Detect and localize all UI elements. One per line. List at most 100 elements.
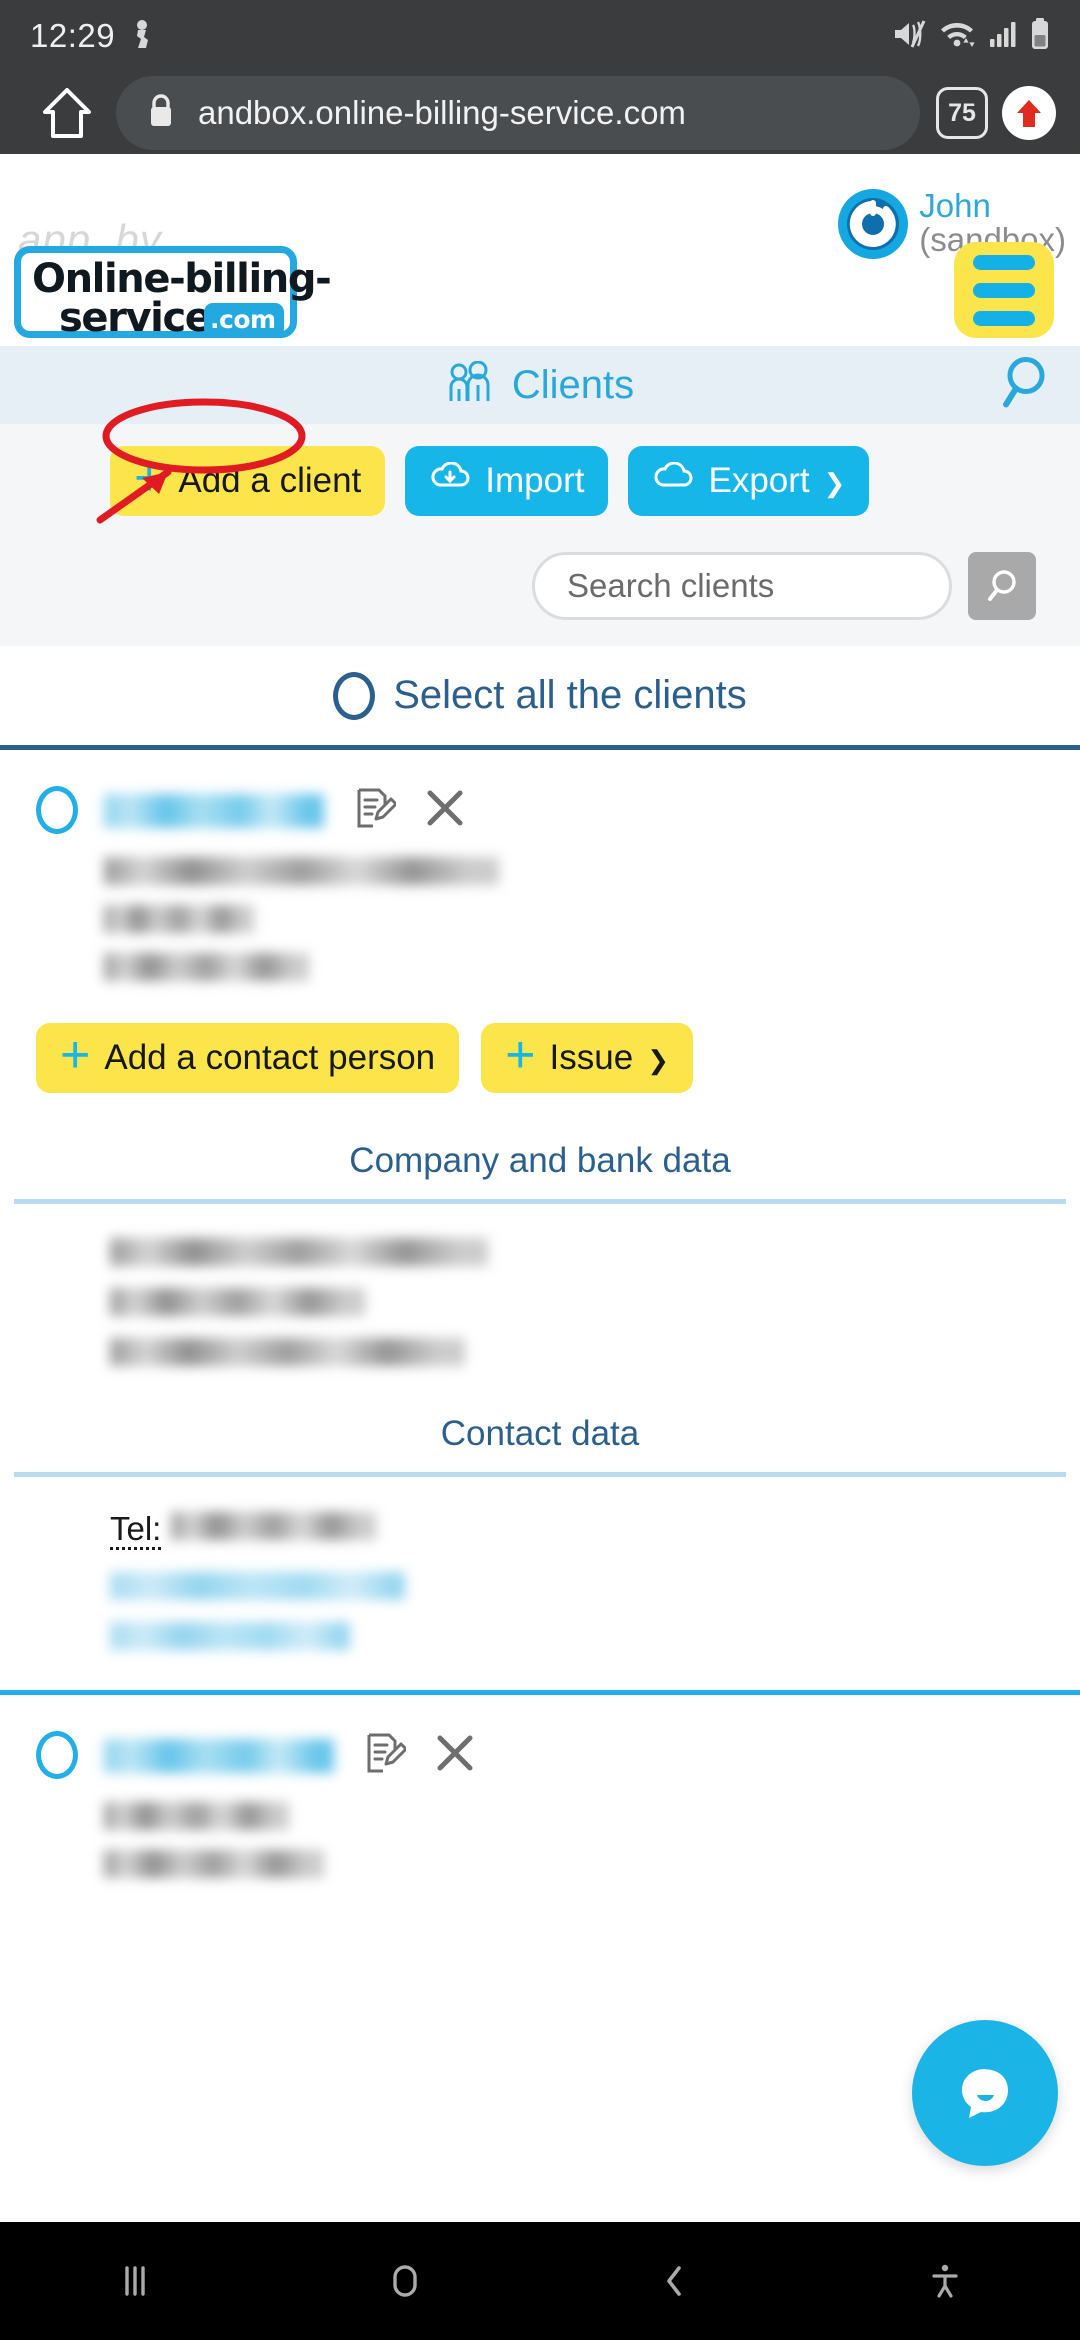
cloud-upload-icon (652, 461, 694, 501)
company-line-3-redacted (110, 1338, 465, 1366)
cloud-download-icon (429, 461, 471, 501)
home-icon[interactable] (24, 86, 110, 140)
lock-icon (146, 92, 176, 135)
plus-icon: + (60, 1026, 91, 1085)
clients-group-icon (446, 360, 498, 410)
select-all-clients-row[interactable]: Select all the clients (0, 646, 1080, 750)
contact-website-redacted[interactable] (110, 1622, 350, 1651)
close-x-icon[interactable] (424, 787, 466, 834)
add-client-button[interactable]: + Add a client (110, 446, 386, 516)
contact-data-title: Contact data (440, 1414, 640, 1453)
accessibility-icon[interactable] (875, 2257, 1015, 2305)
add-contact-person-button[interactable]: + Add a contact person (36, 1023, 460, 1093)
menu-bar-3 (973, 310, 1035, 326)
client-search-row (0, 516, 1080, 620)
company-line-1-redacted (110, 1238, 488, 1266)
client-line-2-redacted (104, 905, 254, 933)
client-name-redacted (104, 1738, 334, 1773)
recents-icon[interactable] (65, 2257, 205, 2305)
client-card-buttons: + Add a contact person + Issue ❯ (0, 981, 1080, 1093)
tab-count-button[interactable]: 75 (936, 87, 988, 139)
client-line-2-redacted (104, 1850, 324, 1879)
client-detail-lines (104, 1780, 1080, 1879)
wifi-icon (940, 19, 976, 54)
edit-document-icon[interactable] (352, 786, 398, 835)
company-line-2-redacted (110, 1288, 365, 1316)
client-line-3-redacted (104, 953, 309, 981)
client-select-radio[interactable] (36, 1731, 78, 1780)
status-bar-left: 12:29 (30, 17, 155, 55)
menu-bar-1 (973, 254, 1035, 270)
radio-unchecked-icon[interactable] (333, 671, 376, 720)
client-line-1-redacted (104, 1802, 289, 1831)
client-header (0, 786, 1080, 981)
power-avatar-icon (837, 188, 909, 260)
import-label: Import (485, 461, 585, 500)
phone-screen: 12:29 andbox.online-billing-service.com … (0, 0, 1080, 2340)
select-all-label: Select all the clients (393, 673, 747, 717)
client-name-redacted (104, 793, 324, 828)
site-logo[interactable]: Online-billing- service .com (14, 246, 332, 341)
client-header (0, 1731, 1080, 1879)
back-chevron-icon[interactable] (605, 2257, 745, 2305)
telephone-label: Tel: (110, 1510, 162, 1551)
client-name-row (104, 1731, 1080, 1780)
company-bank-section-body (0, 1204, 1080, 1366)
company-bank-title: Company and bank data (349, 1141, 731, 1180)
page-title-group: Clients (446, 360, 635, 410)
android-status-bar: 12:29 (0, 0, 1080, 72)
telephone-row: Tel: (110, 1510, 1080, 1551)
menu-bar-2 (973, 282, 1035, 298)
chevron-down-icon: ❯ (823, 467, 846, 498)
contact-data-section-head: Contact data (0, 1366, 1080, 1477)
plus-icon: + (505, 1026, 536, 1085)
web-page: app_by John (sandbox) Online-billing- se… (0, 154, 1080, 2222)
update-arrow-icon[interactable] (1002, 86, 1056, 140)
logo-line-2: service (59, 295, 212, 341)
issue-label: Issue (549, 1038, 634, 1077)
client-card (0, 1695, 1080, 1879)
search-submit-button[interactable] (968, 552, 1036, 620)
clients-button-row: + Add a client Import Export ❯ (0, 446, 1080, 516)
plus-icon: + (134, 449, 165, 508)
user-name: John (919, 187, 991, 224)
add-client-label: Add a client (178, 461, 362, 500)
search-input[interactable] (532, 552, 952, 620)
contact-email-redacted[interactable] (110, 1572, 405, 1601)
clients-action-band: + Add a client Import Export ❯ Search cl… (0, 424, 1080, 646)
company-bank-section-head: Company and bank data (0, 1093, 1080, 1204)
client-select-radio[interactable] (36, 786, 78, 834)
client-card: + Add a contact person + Issue ❯ Company… (0, 750, 1080, 1696)
client-summary (104, 1731, 1080, 1879)
contact-data-section-body: Tel: (0, 1477, 1080, 1651)
chat-bubble-icon[interactable] (912, 2020, 1058, 2166)
client-line-1-redacted (104, 857, 499, 885)
url-bar[interactable]: andbox.online-billing-service.com (116, 76, 920, 150)
screen-recorder-icon (129, 19, 155, 54)
url-text: andbox.online-billing-service.com (198, 94, 686, 131)
import-button[interactable]: Import (405, 446, 609, 516)
app-header: app_by John (sandbox) Online-billing- se… (0, 154, 1080, 346)
chevron-down-icon: ❯ (647, 1044, 669, 1075)
browser-chrome: andbox.online-billing-service.com 75 (0, 72, 1080, 154)
close-x-icon[interactable] (434, 1732, 476, 1779)
logo-frame: Online-billing- service .com (14, 246, 332, 341)
page-title-bar: Clients (0, 346, 1080, 424)
android-nav-bar (0, 2222, 1080, 2340)
edit-document-icon[interactable] (362, 1731, 408, 1780)
home-circle-icon[interactable] (335, 2257, 475, 2305)
telephone-value-redacted (171, 1512, 377, 1540)
issue-button[interactable]: + Issue ❯ (481, 1023, 693, 1093)
cellular-signal-icon (989, 19, 1017, 54)
export-button[interactable]: Export ❯ (628, 446, 870, 516)
status-bar-right (893, 17, 1050, 55)
battery-icon (1030, 17, 1050, 55)
page-title: Clients (511, 362, 635, 407)
client-name-row (104, 786, 1080, 835)
hamburger-menu-icon[interactable] (954, 242, 1054, 338)
magnifier-icon[interactable] (996, 355, 1050, 416)
client-detail-lines (104, 835, 1080, 981)
omnibox-row: andbox.online-billing-service.com 75 (0, 72, 1080, 154)
client-summary (104, 786, 1080, 981)
add-contact-person-label: Add a contact person (104, 1038, 436, 1077)
